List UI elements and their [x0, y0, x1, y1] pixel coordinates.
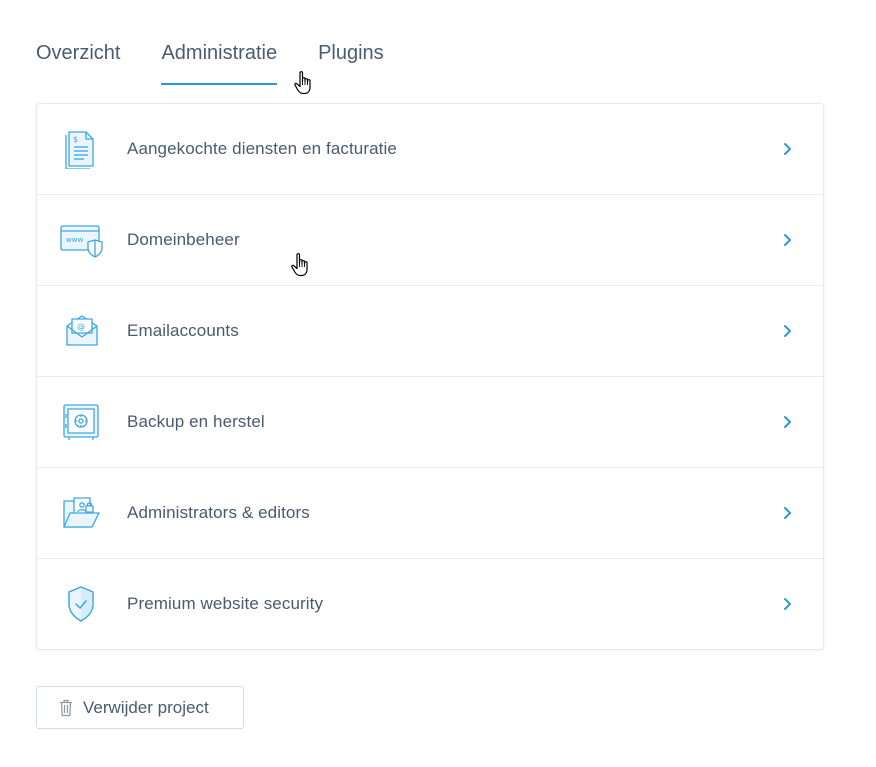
- folder-user-icon: [59, 493, 105, 533]
- administration-menu: $ Aangekochte diensten en facturatie www…: [36, 103, 824, 650]
- menu-item-label: Premium website security: [127, 594, 324, 613]
- menu-item-purchased-services[interactable]: $ Aangekochte diensten en facturatie: [37, 104, 823, 195]
- menu-item-label: Emailaccounts: [127, 321, 239, 340]
- chevron-right-icon: [781, 506, 795, 520]
- envelope-at-icon: @: [59, 311, 105, 351]
- menu-item-label: Backup en herstel: [127, 412, 265, 431]
- tab-administratie[interactable]: Administratie: [161, 38, 277, 86]
- menu-item-backup-restore[interactable]: Backup en herstel: [37, 377, 823, 468]
- svg-text:$: $: [73, 135, 78, 144]
- chevron-right-icon: [781, 233, 795, 247]
- svg-text:@: @: [77, 322, 85, 331]
- www-browser-shield-icon: www: [59, 220, 105, 260]
- menu-item-premium-security[interactable]: Premium website security: [37, 559, 823, 649]
- menu-item-administrators-editors[interactable]: Administrators & editors: [37, 468, 823, 559]
- chevron-right-icon: [781, 415, 795, 429]
- tab-overzicht[interactable]: Overzicht: [36, 38, 120, 86]
- menu-item-label: Domeinbeheer: [127, 230, 240, 249]
- invoice-document-icon: $: [59, 129, 105, 169]
- chevron-right-icon: [781, 597, 795, 611]
- chevron-right-icon: [781, 142, 795, 156]
- menu-item-label: Administrators & editors: [127, 503, 310, 522]
- menu-item-domain-management[interactable]: www Domeinbeheer: [37, 195, 823, 286]
- tab-bar: Overzicht Administratie Plugins: [36, 38, 425, 86]
- shield-check-icon: [59, 584, 105, 624]
- safe-vault-icon: [59, 402, 105, 442]
- delete-project-label: Verwijder project: [83, 697, 209, 717]
- tab-plugins[interactable]: Plugins: [318, 38, 384, 86]
- trash-icon: [59, 699, 73, 717]
- svg-text:www: www: [66, 236, 83, 244]
- menu-item-email-accounts[interactable]: @ Emailaccounts: [37, 286, 823, 377]
- delete-project-button[interactable]: Verwijder project: [36, 686, 244, 729]
- menu-item-label: Aangekochte diensten en facturatie: [127, 139, 397, 158]
- chevron-right-icon: [781, 324, 795, 338]
